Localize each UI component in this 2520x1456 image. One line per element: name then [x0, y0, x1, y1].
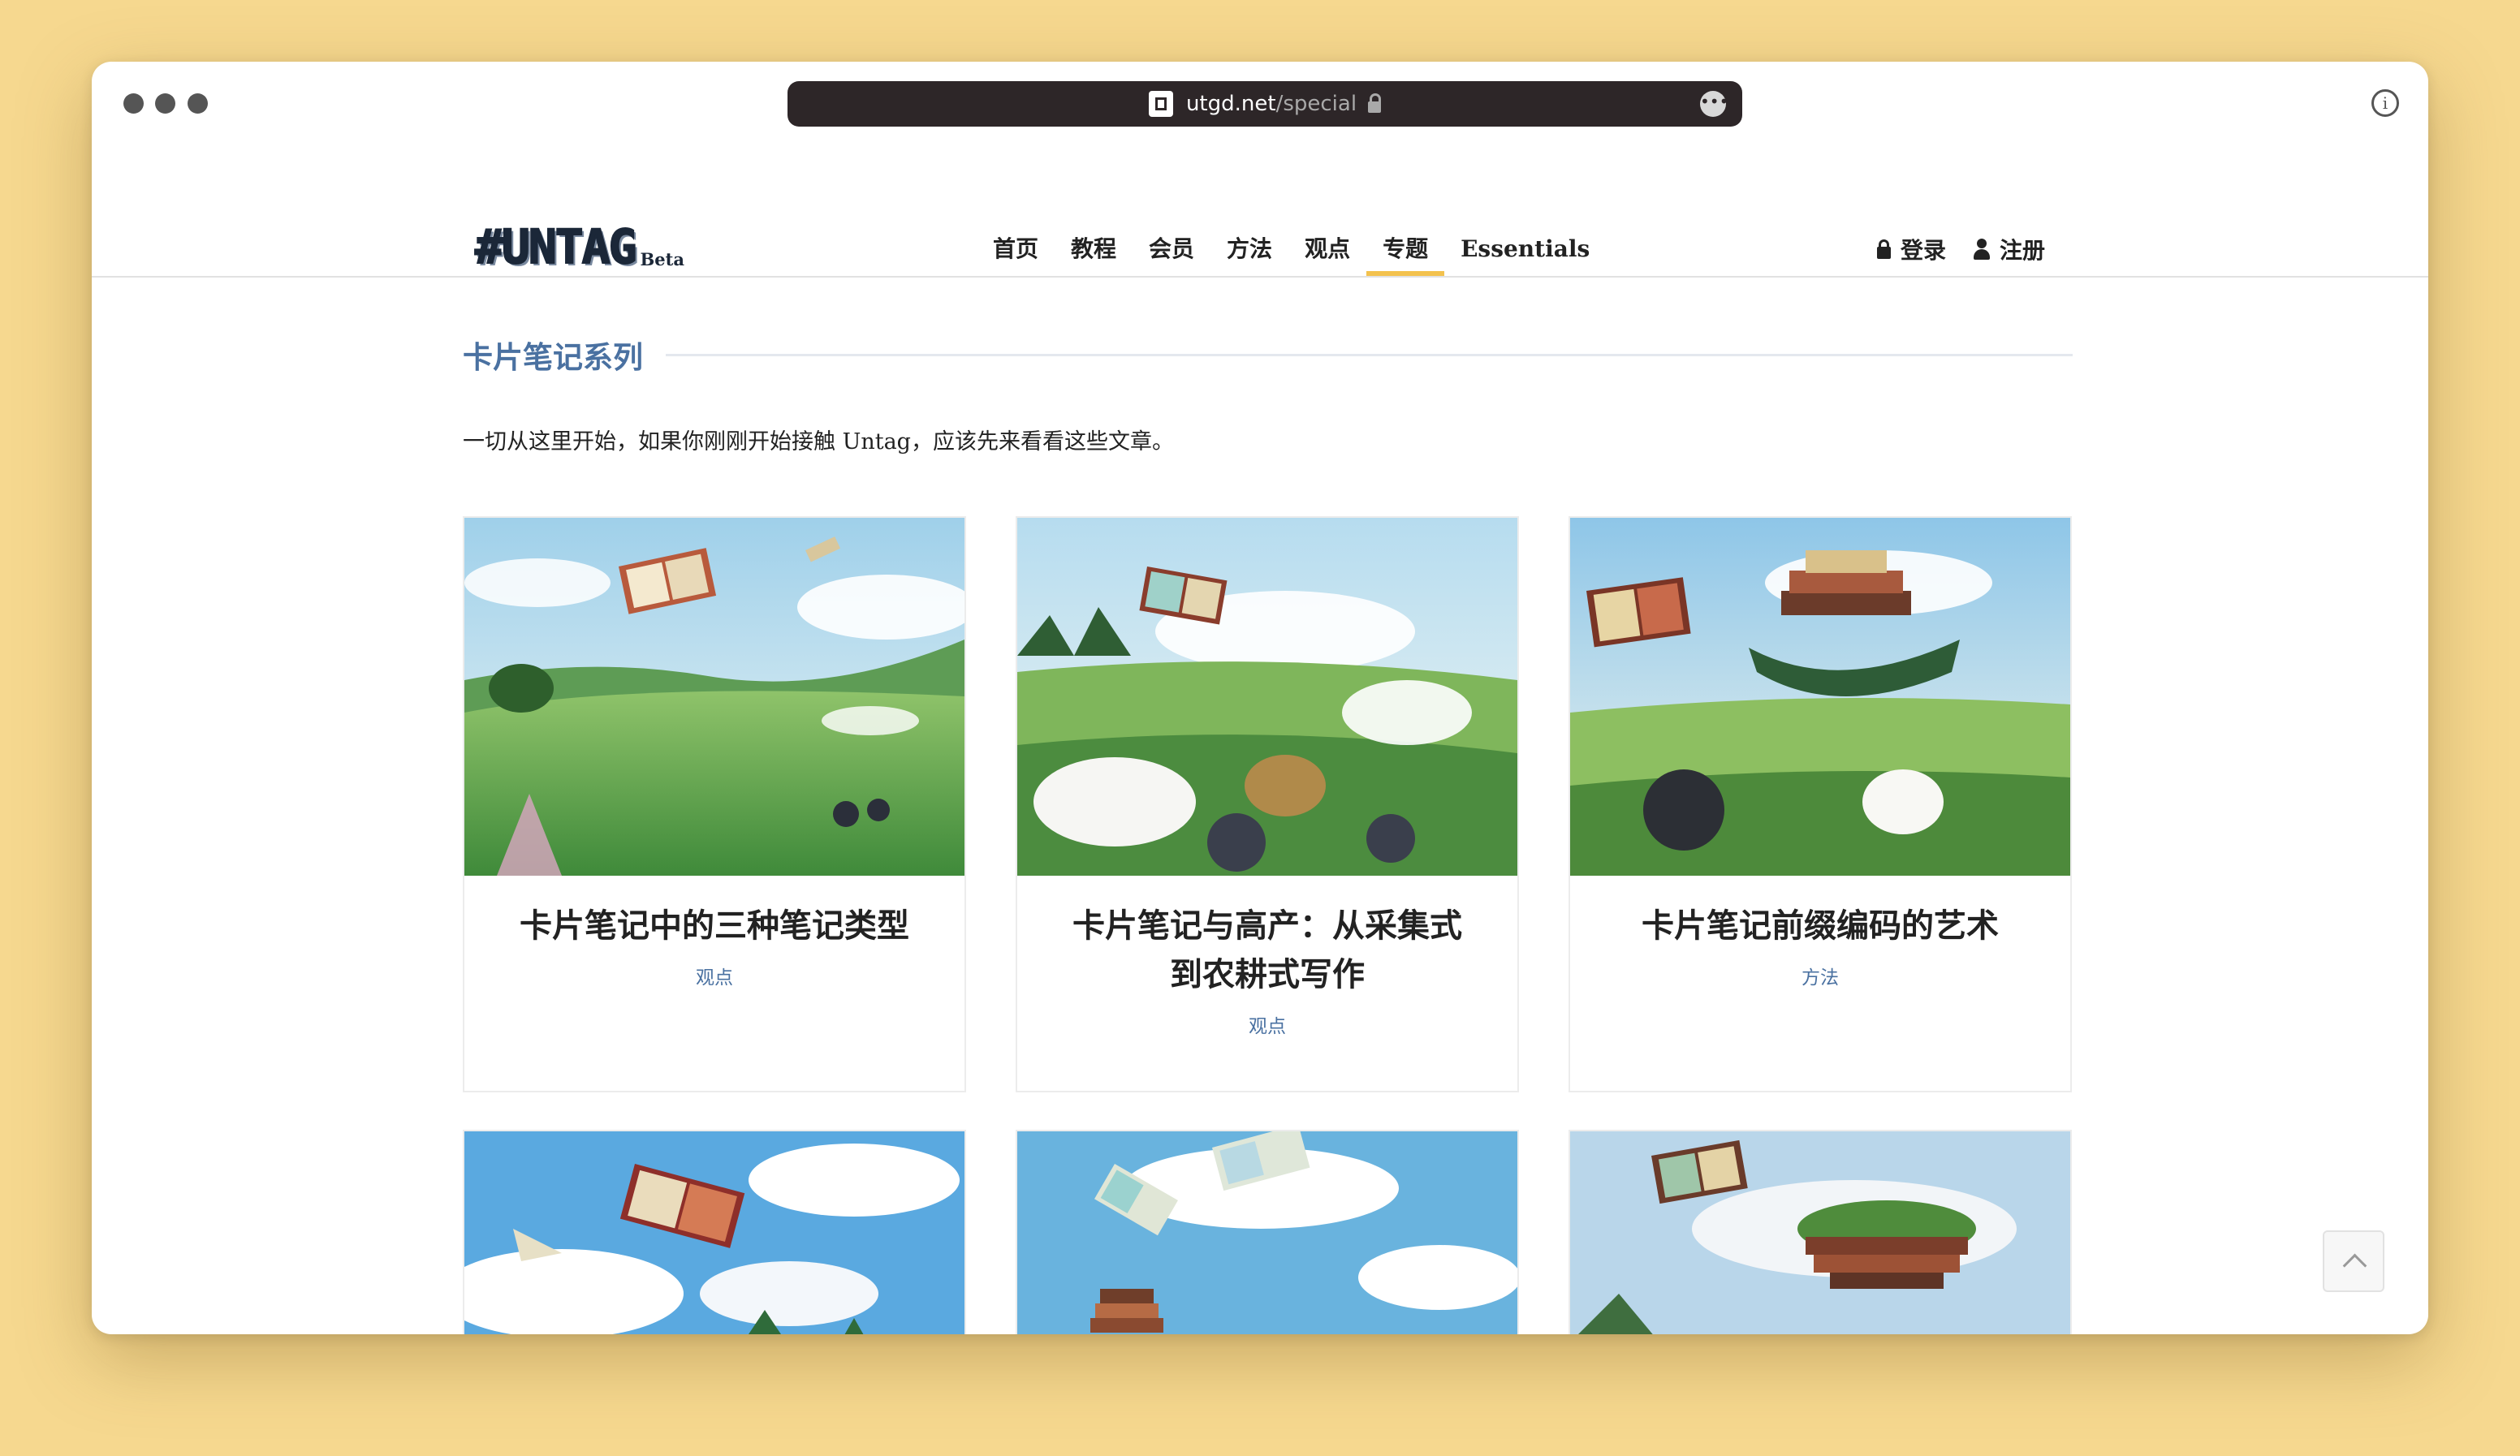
- card-title[interactable]: 卡片笔记与高产：从采集式到农耕式写作: [1017, 902, 1517, 999]
- info-icon[interactable]: i: [2371, 89, 2399, 117]
- nav-item-methods[interactable]: 方法: [1210, 224, 1288, 274]
- address-bar[interactable]: utgd.net/special •••: [788, 81, 1742, 127]
- site-logo[interactable]: #UNTAG Beta: [474, 218, 684, 275]
- card-category-tag[interactable]: 方法: [1570, 962, 2070, 989]
- card-cover-image: [464, 518, 964, 876]
- section-header: 卡片笔记系列: [463, 334, 2073, 375]
- article-card[interactable]: [1016, 1130, 1519, 1334]
- card-cover-image: [1570, 1131, 2070, 1334]
- section-intro: 一切从这里开始，如果你刚刚开始接触 Untag，应该先来看看这些文章。: [463, 429, 1174, 454]
- main-menu: 首页 教程 会员 方法 观点 专题 Essentials: [977, 224, 1606, 276]
- nav-item-tutorials[interactable]: 教程: [1055, 224, 1133, 274]
- lock-icon: [1876, 239, 1891, 259]
- page-icon: [1148, 91, 1173, 117]
- browser-window: utgd.net/special ••• i #UNTAG Beta 首页 教程…: [92, 62, 2428, 1334]
- window-zoom-button[interactable]: [188, 93, 208, 114]
- back-to-top-button[interactable]: [2323, 1230, 2384, 1292]
- login-label: 登录: [1900, 237, 1946, 264]
- user-icon: [1973, 239, 1990, 260]
- window-close-button[interactable]: [123, 93, 144, 114]
- section-divider: [666, 353, 2073, 356]
- nav-item-membership[interactable]: 会员: [1133, 224, 1210, 274]
- register-link[interactable]: 注册: [1973, 233, 2045, 265]
- card-cover-image: [464, 1131, 964, 1334]
- card-cover-image: [1570, 518, 2070, 876]
- card-cover-image: [1017, 518, 1517, 876]
- nav-item-topics[interactable]: 专题: [1366, 224, 1445, 276]
- site-header: #UNTAG Beta 首页 教程 会员 方法 观点 专题 Essentials…: [92, 143, 2428, 278]
- section-title: 卡片笔记系列: [463, 339, 643, 375]
- login-link[interactable]: 登录: [1876, 233, 1946, 265]
- url-path: /special: [1275, 92, 1357, 116]
- card-title[interactable]: 卡片笔记前缀编码的艺术: [1570, 902, 2070, 950]
- article-card[interactable]: 卡片笔记中的三种笔记类型 观点: [463, 516, 966, 1092]
- nav-item-opinions[interactable]: 观点: [1288, 224, 1366, 274]
- logo-text: #UNTAG: [474, 218, 638, 275]
- url-host: utgd.net: [1185, 92, 1276, 116]
- nav-item-essentials[interactable]: Essentials: [1444, 224, 1606, 274]
- more-icon[interactable]: •••: [1700, 91, 1728, 117]
- card-category-tag[interactable]: 观点: [1017, 1010, 1517, 1038]
- article-card[interactable]: [463, 1130, 966, 1334]
- nav-item-home[interactable]: 首页: [977, 224, 1055, 274]
- register-label: 注册: [1999, 237, 2045, 264]
- article-card[interactable]: 卡片笔记与高产：从采集式到农耕式写作 观点: [1016, 516, 1519, 1092]
- card-title[interactable]: 卡片笔记中的三种笔记类型: [464, 902, 964, 950]
- article-card[interactable]: 卡片笔记前缀编码的艺术 方法: [1569, 516, 2072, 1092]
- browser-titlebar: utgd.net/special ••• i: [92, 62, 2428, 143]
- logo-badge: Beta: [640, 249, 684, 269]
- article-card[interactable]: [1569, 1130, 2072, 1334]
- window-minimize-button[interactable]: [155, 93, 175, 114]
- auth-links: 登录 注册: [1849, 224, 2045, 274]
- lock-icon: [1368, 93, 1382, 113]
- card-cover-image: [1017, 1131, 1517, 1334]
- card-category-tag[interactable]: 观点: [464, 962, 964, 989]
